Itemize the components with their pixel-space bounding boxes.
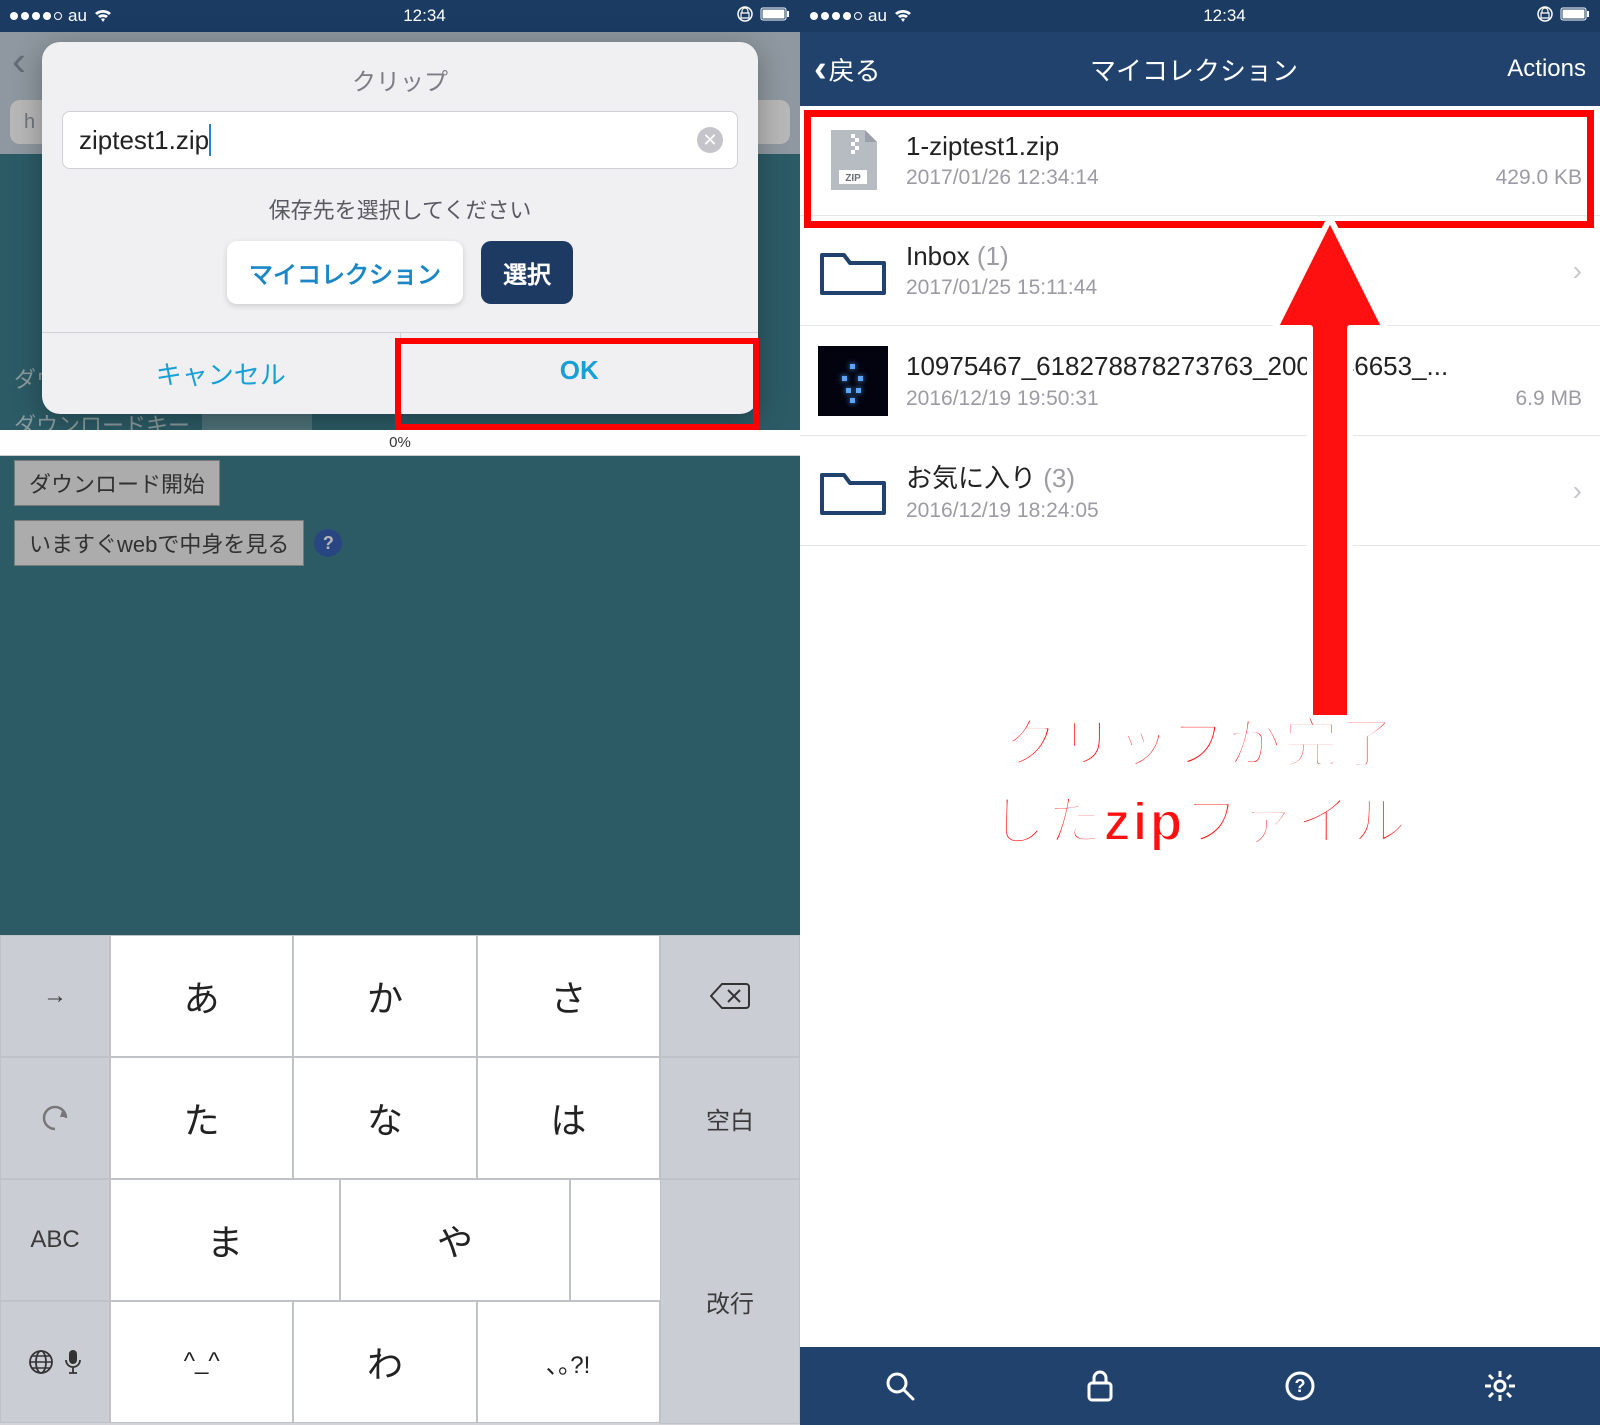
clock: 12:34: [1203, 6, 1246, 26]
clear-icon[interactable]: ✕: [697, 127, 723, 153]
file-date: 2016/12/19 18:24:05: [906, 499, 1099, 523]
list-item[interactable]: 10975467_618278878273763_2000346653_... …: [800, 326, 1600, 436]
zip-icon: ZIP: [818, 126, 888, 196]
status-bar: au 12:34: [0, 0, 800, 32]
gear-icon: [1483, 1369, 1517, 1403]
folder-icon: [818, 236, 888, 306]
caption-line-1: クリップが完了: [812, 705, 1588, 783]
search-icon: [883, 1369, 917, 1403]
software-keyboard: → あ か さ た な は 空白 ABC ま や ら 改行: [0, 935, 800, 1425]
tab-bar: ?: [800, 1347, 1600, 1425]
key-sa[interactable]: さ: [477, 935, 660, 1057]
clock: 12:34: [403, 6, 446, 26]
help-icon: ?: [1283, 1369, 1317, 1403]
actions-button[interactable]: Actions: [1507, 55, 1586, 83]
file-date: 2017/01/25 15:11:44: [906, 276, 1097, 300]
chevron-right-icon: ›: [1573, 475, 1582, 507]
battery-icon: [1560, 6, 1590, 26]
tab-search[interactable]: [881, 1367, 919, 1405]
chevron-right-icon: ›: [1573, 255, 1582, 287]
key-ta[interactable]: た: [110, 1057, 293, 1179]
annotation-caption: クリップが完了 したzipファイル: [812, 705, 1588, 862]
file-date: 2017/01/26 12:34:14: [906, 166, 1099, 190]
key-next-candidate[interactable]: →: [0, 935, 110, 1057]
wifi-icon: [893, 8, 913, 24]
key-undo[interactable]: [0, 1057, 110, 1179]
folder-icon: [818, 456, 888, 526]
back-label: 戻る: [829, 51, 881, 88]
tab-lock[interactable]: [1081, 1367, 1119, 1405]
folder-name: お気に入り: [906, 463, 1036, 493]
key-punct[interactable]: ､｡?!: [477, 1301, 660, 1423]
carrier-label: au: [868, 6, 887, 26]
key-ha[interactable]: は: [477, 1057, 660, 1179]
orientation-lock-icon: [1536, 5, 1554, 28]
dialog-hint: 保存先を選択してください: [42, 187, 758, 241]
file-name: 10975467_618278878273763_2000346653_...: [906, 350, 1582, 383]
phone-left: au 12:34 ‹ クリップ h ダウンロード期限 2017年2月2日(木): [0, 0, 800, 1425]
caption-line-2: したzipファイル: [812, 783, 1588, 861]
signal-dots-icon: [10, 12, 62, 20]
image-thumbnail: [818, 346, 888, 416]
progress-bar: 0%: [0, 430, 800, 456]
key-a[interactable]: あ: [110, 935, 293, 1057]
folder-count: (1): [977, 241, 1009, 271]
tab-settings[interactable]: [1481, 1367, 1519, 1405]
ok-button[interactable]: OK: [400, 333, 759, 414]
key-space[interactable]: 空白: [660, 1057, 800, 1179]
key-na[interactable]: な: [293, 1057, 476, 1179]
file-list: ZIP 1-ziptest1.zip 2017/01/26 12:34:14 4…: [800, 106, 1600, 546]
cancel-button[interactable]: キャンセル: [42, 333, 400, 414]
list-item[interactable]: Inbox (1) 2017/01/25 15:11:44 ›: [800, 216, 1600, 326]
chevron-left-icon: ‹: [814, 48, 827, 91]
phone-right: au 12:34 ‹ 戻る マイコレクション Actions ZIP: [800, 0, 1600, 1425]
globe-icon: [27, 1348, 55, 1376]
progress-value: 0%: [389, 434, 411, 451]
carrier-label: au: [68, 6, 87, 26]
back-button[interactable]: ‹ 戻る: [814, 48, 881, 91]
list-item[interactable]: お気に入り (3) 2016/12/19 18:24:05 ›: [800, 436, 1600, 546]
dialog-title: クリップ: [42, 42, 758, 111]
key-emoji[interactable]: ^_^: [110, 1301, 293, 1423]
mic-icon: [63, 1348, 83, 1376]
file-size: 429.0 KB: [1496, 166, 1582, 190]
key-ya[interactable]: や: [340, 1179, 570, 1301]
backspace-icon: [710, 982, 750, 1010]
file-name: 1-ziptest1.zip: [906, 131, 1582, 162]
list-item[interactable]: ZIP 1-ziptest1.zip 2017/01/26 12:34:14 4…: [800, 106, 1600, 216]
destination-button[interactable]: マイコレクション: [227, 241, 463, 304]
svg-text:ZIP: ZIP: [845, 173, 861, 184]
filename-value: ziptest1.zip: [79, 125, 209, 156]
save-dialog: クリップ ziptest1.zip ✕ 保存先を選択してください マイコレクショ…: [42, 42, 758, 414]
key-abc[interactable]: ABC: [0, 1179, 110, 1301]
status-bar: au 12:34: [800, 0, 1600, 32]
orientation-lock-icon: [736, 5, 754, 28]
undo-icon: [40, 1105, 70, 1131]
svg-text:?: ?: [1295, 1376, 1306, 1396]
folder-name: Inbox: [906, 241, 970, 271]
file-date: 2016/12/19 19:50:31: [906, 387, 1099, 411]
lock-icon: [1085, 1369, 1115, 1403]
filename-input[interactable]: ziptest1.zip ✕: [62, 111, 738, 169]
signal-dots-icon: [810, 12, 862, 20]
select-destination-button[interactable]: 選択: [481, 241, 573, 304]
battery-icon: [760, 6, 790, 26]
key-ka[interactable]: か: [293, 935, 476, 1057]
key-backspace[interactable]: [660, 935, 800, 1057]
key-enter[interactable]: 改行: [660, 1179, 800, 1424]
folder-count: (3): [1043, 463, 1075, 493]
tab-help[interactable]: ?: [1281, 1367, 1319, 1405]
navbar: ‹ 戻る マイコレクション Actions: [800, 32, 1600, 106]
nav-title: マイコレクション: [1090, 51, 1298, 88]
key-globe-mic[interactable]: [0, 1301, 110, 1423]
key-ma[interactable]: ま: [110, 1179, 340, 1301]
key-wa[interactable]: わ: [293, 1301, 476, 1423]
wifi-icon: [93, 8, 113, 24]
file-size: 6.9 MB: [1515, 387, 1582, 411]
annotation-arrow-icon: [1270, 218, 1390, 718]
